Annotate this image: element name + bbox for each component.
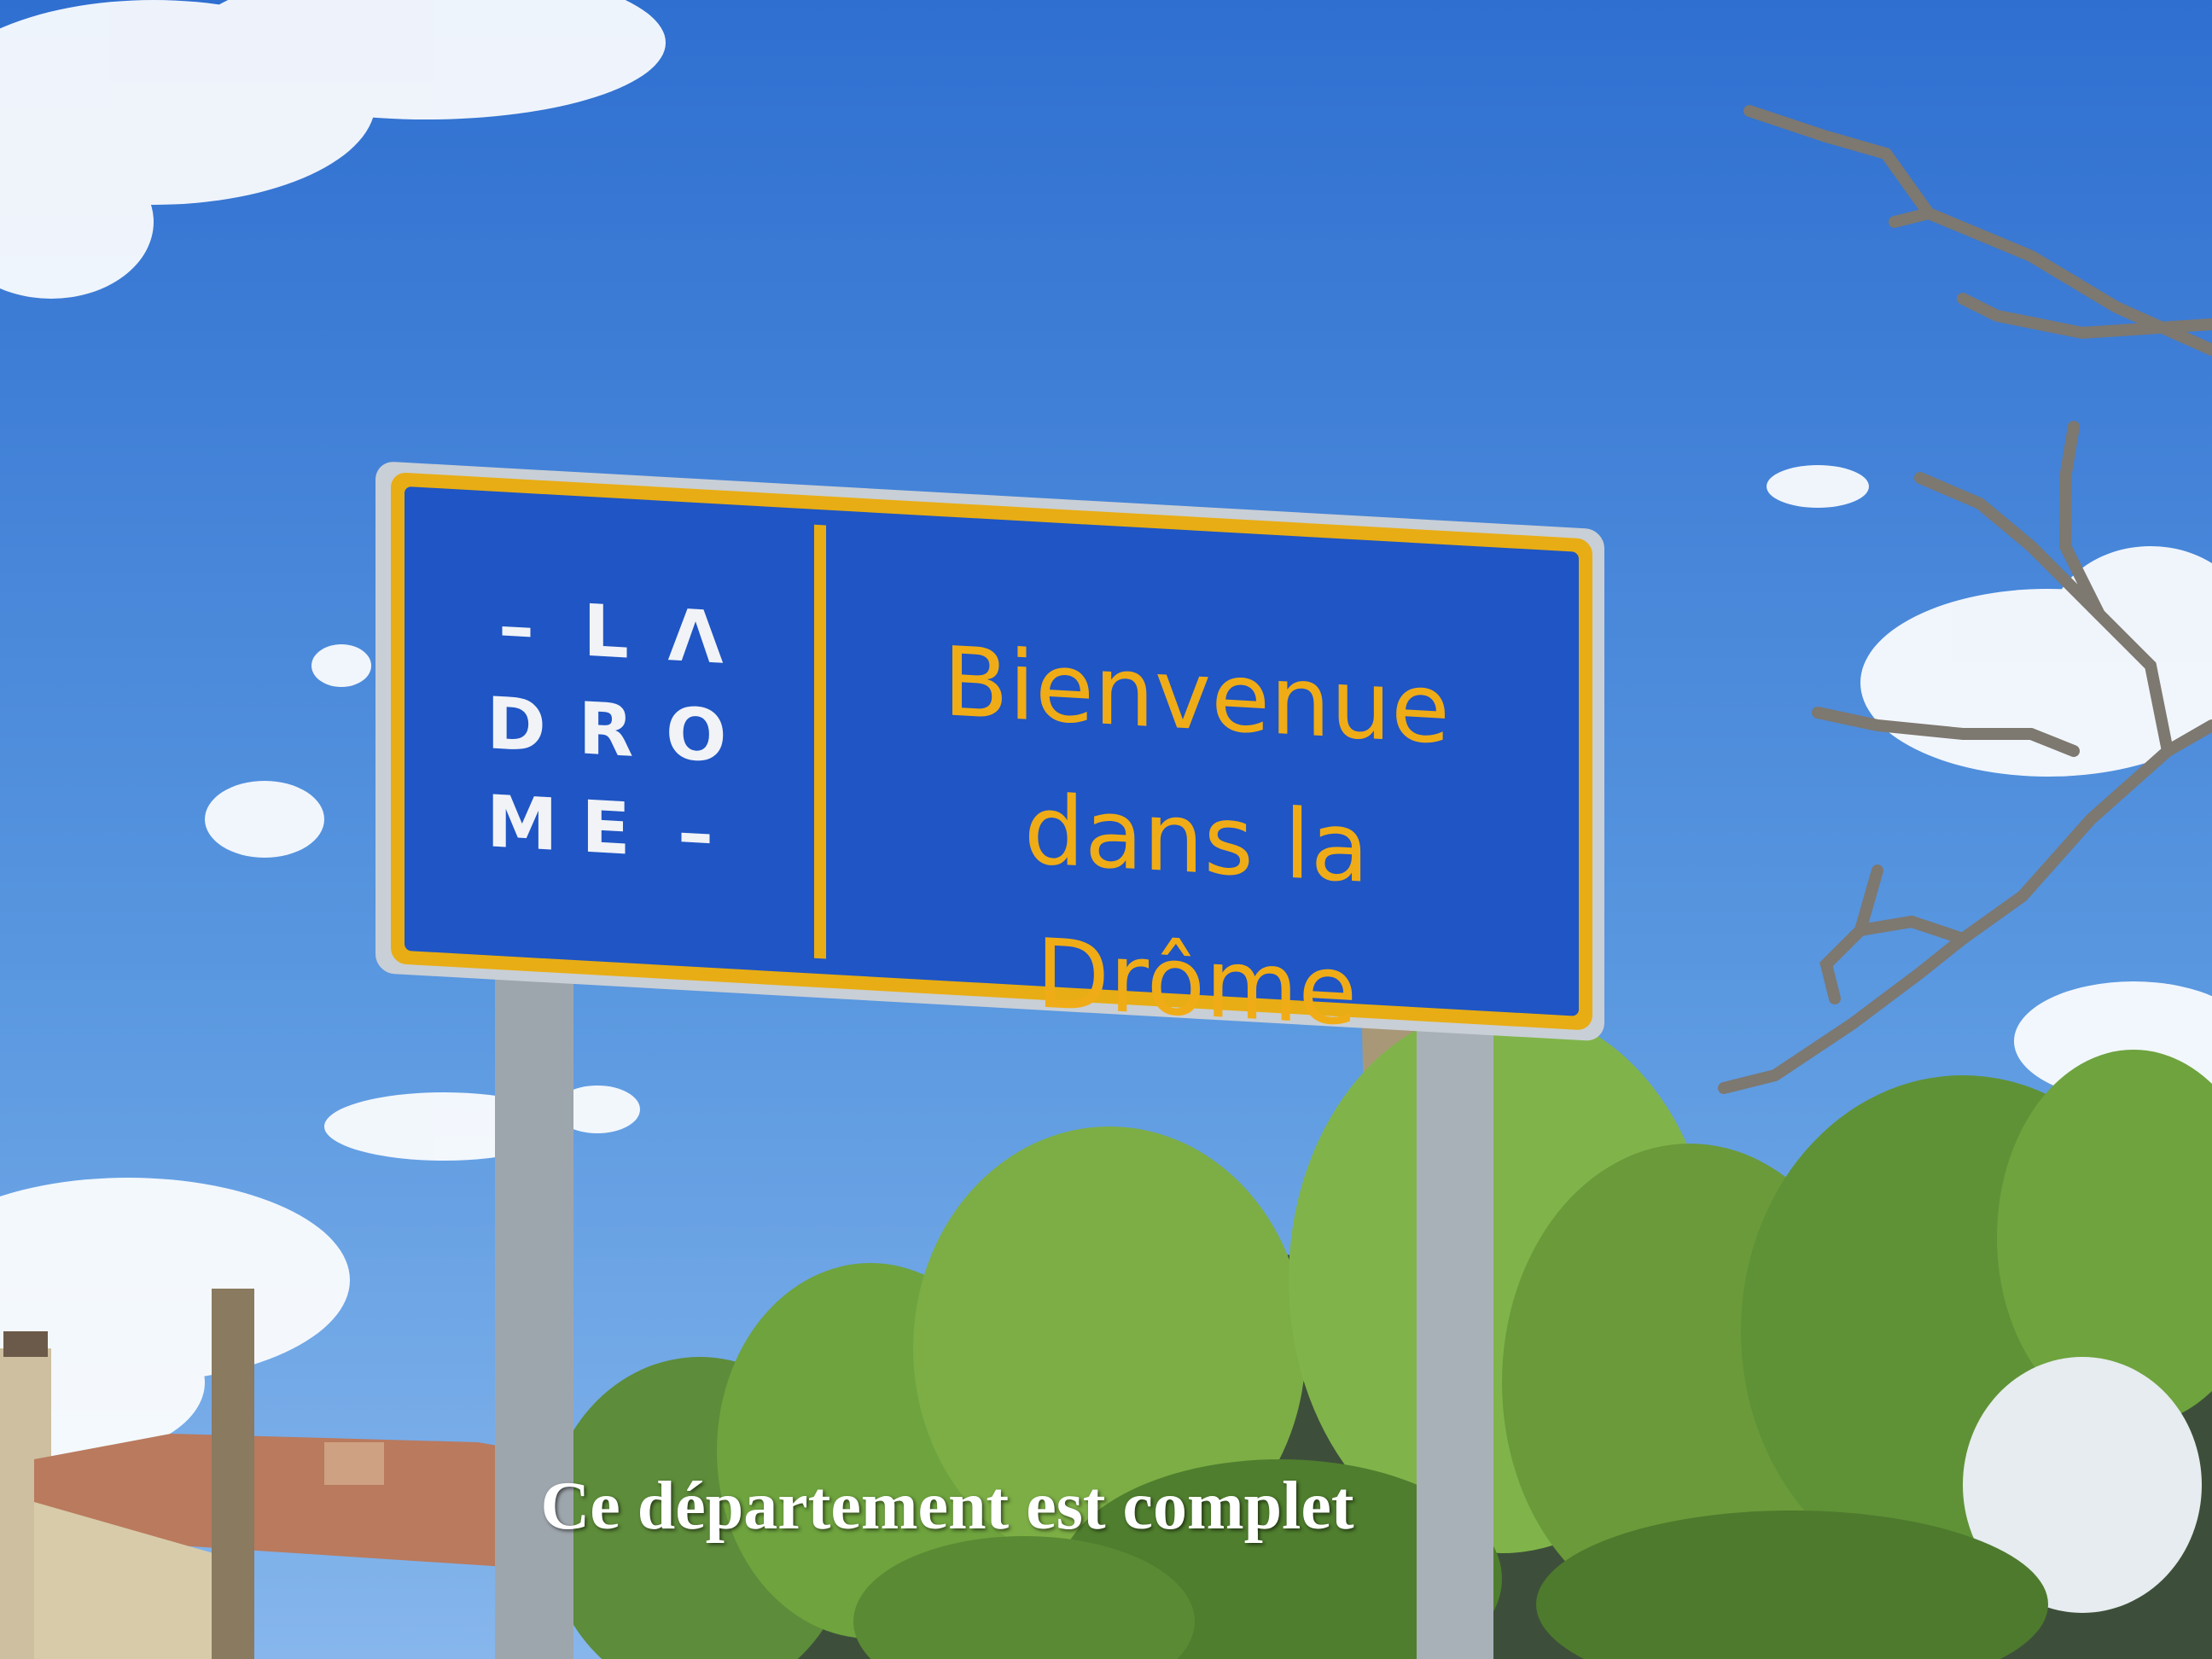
wooden-post	[212, 1289, 254, 1659]
logo-row: M E –	[486, 772, 725, 884]
logo-glyph: Λ	[667, 593, 724, 680]
welcome-road-sign: – L Λ D R O M E – Bienvenue dans la Drôm…	[375, 461, 1604, 1047]
logo-glyph: E	[581, 784, 631, 871]
sign-post-right	[1417, 973, 1493, 1659]
la-drome-logo: – L Λ D R O M E –	[486, 576, 742, 885]
sign-greeting: Bienvenue dans la Drôme	[848, 605, 1545, 1074]
photo-scene: – L Λ D R O M E – Bienvenue dans la Drôm…	[0, 0, 2212, 1659]
sign-divider	[814, 524, 826, 959]
logo-glyph: R	[578, 686, 634, 773]
logo-glyph: D	[486, 681, 546, 769]
logo-row: D R O	[486, 674, 727, 786]
sign-post-left	[495, 905, 573, 1659]
logo-glyph: M	[486, 779, 558, 867]
sign-panel: – L Λ D R O M E – Bienvenue dans la Drôm…	[405, 486, 1579, 1047]
greeting-line-2: dans la Drôme	[1023, 774, 1370, 1048]
logo-row: – L Λ	[486, 576, 725, 688]
caption-overlay: Ce département est complet	[540, 1469, 1354, 1544]
logo-glyph: –	[498, 584, 534, 670]
logo-glyph: L	[583, 588, 629, 675]
logo-glyph: –	[678, 789, 713, 876]
logo-glyph: O	[666, 691, 727, 779]
